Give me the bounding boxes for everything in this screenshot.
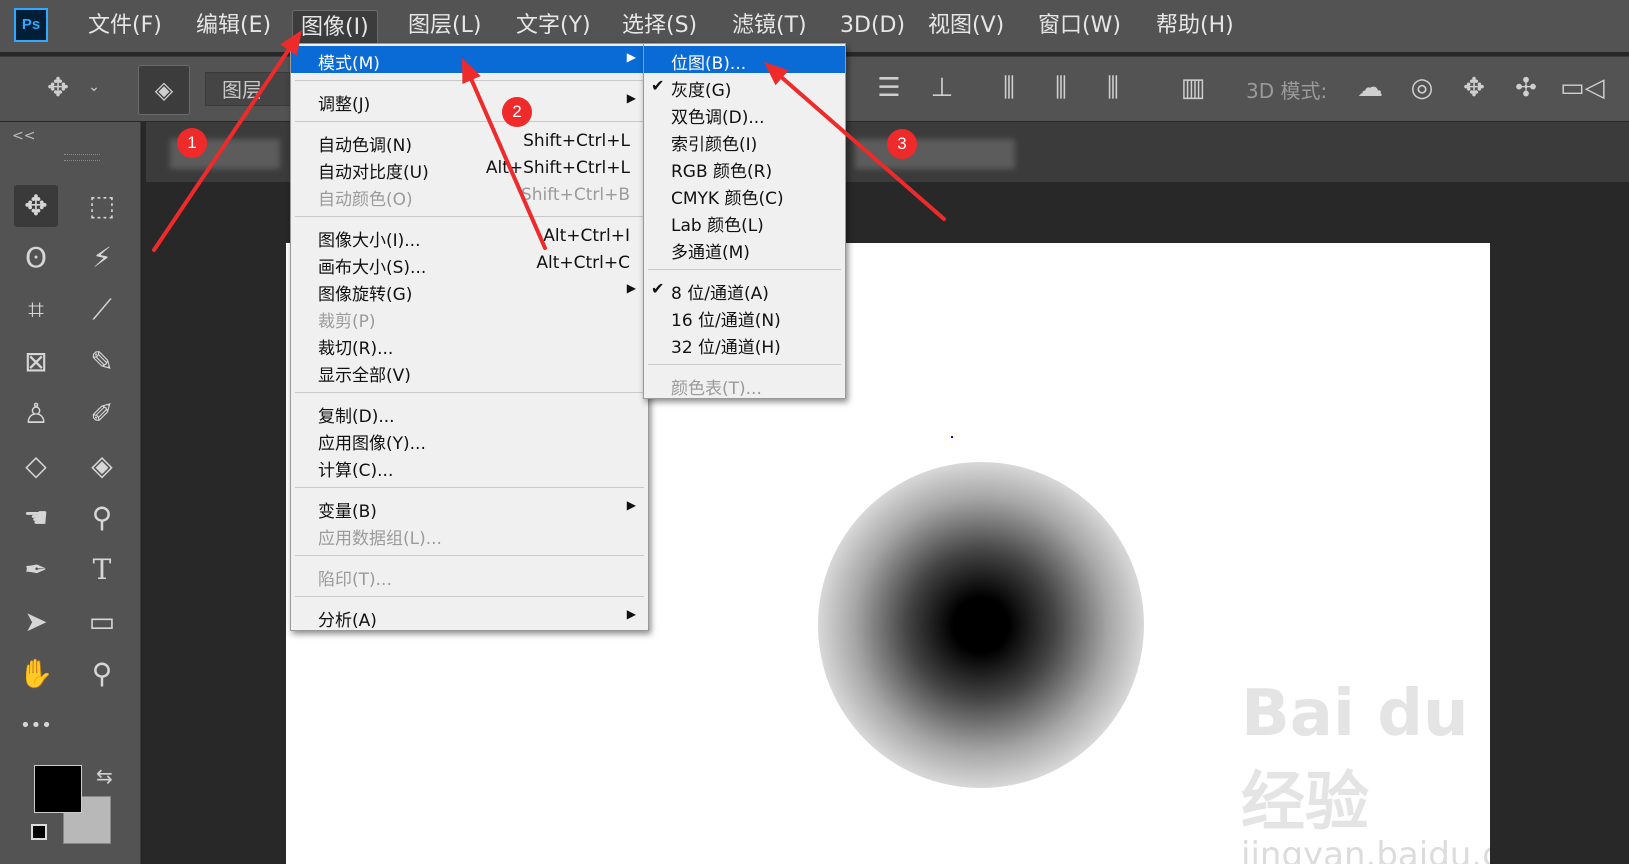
step-badge-1: 1	[177, 128, 207, 158]
step-badge-3: 3	[887, 129, 917, 159]
annotation-arrow-shaft-1	[152, 47, 291, 252]
step-badge-2: 2	[502, 97, 532, 127]
annotation-arrow-head-1	[280, 30, 302, 56]
annotation-arrows	[152, 30, 946, 252]
annotation-arrow-shaft-3	[780, 75, 946, 221]
